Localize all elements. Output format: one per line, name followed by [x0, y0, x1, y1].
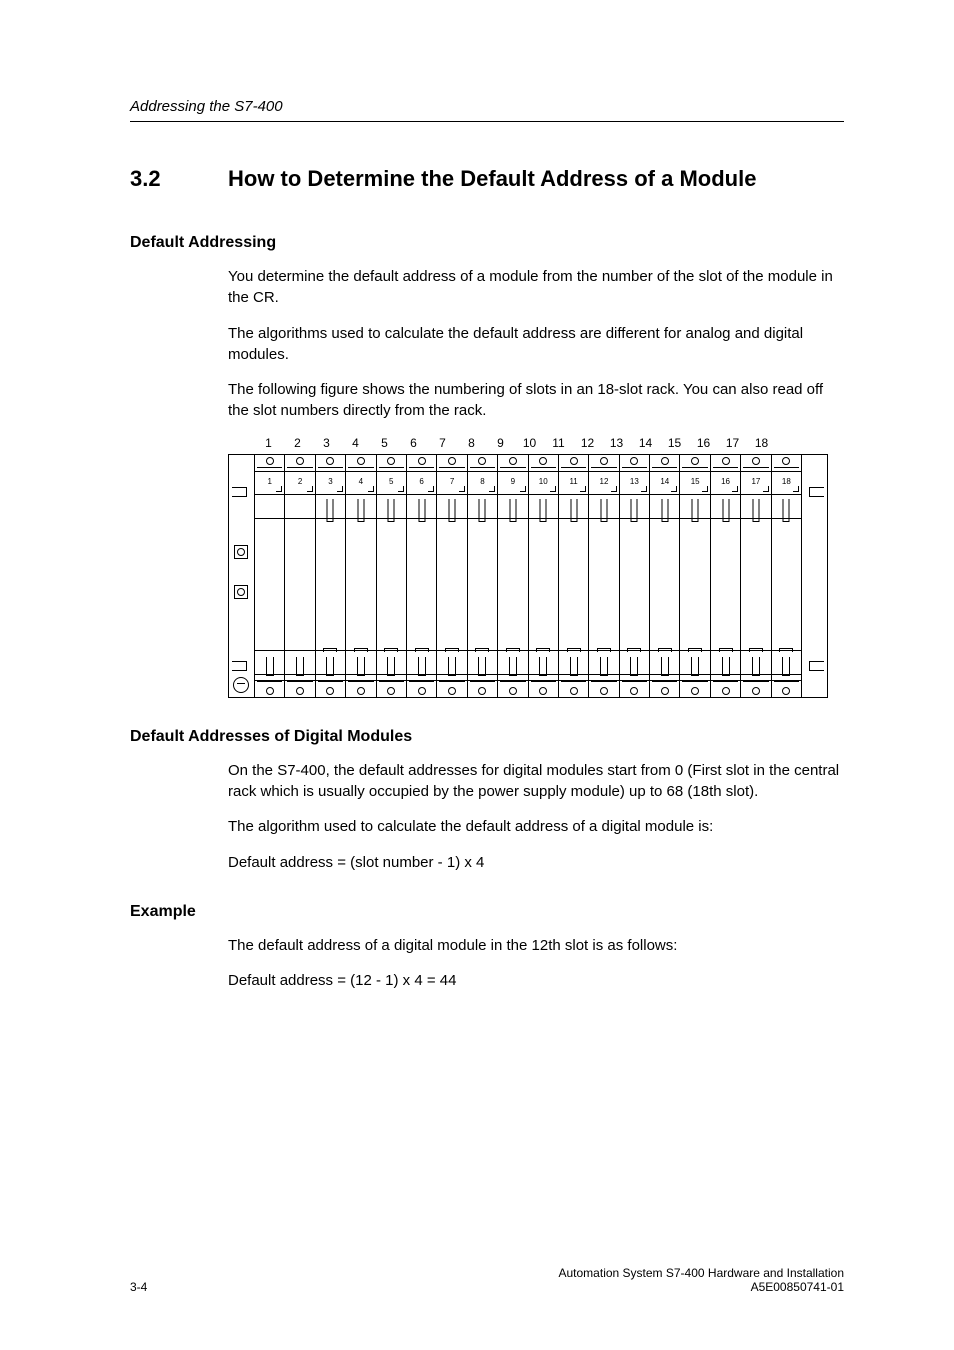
rack-top-label: 14	[631, 436, 660, 450]
rack-top-labels: 1 2 3 4 5 6 7 8 9 10 11 12 13 14 15 16 1…	[254, 436, 828, 450]
rack-slot-number: 4	[346, 472, 375, 495]
rack-slot-number: 7	[437, 472, 466, 495]
rack-slot-number: 2	[285, 472, 314, 495]
rack-slot: 6	[407, 455, 437, 697]
rack-slot: 1	[255, 455, 285, 697]
rack-slot: 8	[468, 455, 498, 697]
rack-slot-number: 5	[377, 472, 406, 495]
rack-top-label: 10	[515, 436, 544, 450]
rack-top-label: 18	[747, 436, 776, 450]
paragraph: The default address of a digital module …	[228, 935, 844, 956]
rack-top-label: 6	[399, 436, 428, 450]
section-title: How to Determine the Default Address of …	[228, 166, 756, 192]
rack-slot: 5	[377, 455, 407, 697]
rack-top-label: 17	[718, 436, 747, 450]
rack-slot-number: 17	[741, 472, 770, 495]
rack-top-label: 2	[283, 436, 312, 450]
rack-slot-number: 16	[711, 472, 740, 495]
rack-slot-number: 10	[529, 472, 558, 495]
page-number: 3-4	[130, 1280, 147, 1294]
rack-top-label: 12	[573, 436, 602, 450]
rack-slot-number: 8	[468, 472, 497, 495]
default-addressing-body: You determine the default address of a m…	[228, 266, 844, 422]
rack-top-label: 3	[312, 436, 341, 450]
section-number: 3.2	[130, 166, 228, 192]
rack-top-label: 7	[428, 436, 457, 450]
rack-slot: 18	[772, 455, 801, 697]
rack-slot: 3	[316, 455, 346, 697]
rack-slot: 2	[285, 455, 315, 697]
rack-slot: 15	[680, 455, 710, 697]
rack-top-label: 15	[660, 436, 689, 450]
rack-top-label: 11	[544, 436, 573, 450]
rack-slot: 14	[650, 455, 680, 697]
rack-top-label: 5	[370, 436, 399, 450]
rack-side-right	[801, 455, 827, 697]
rack-slot-number: 1	[255, 472, 284, 495]
rack-slot-number: 9	[498, 472, 527, 495]
rack-slot: 9	[498, 455, 528, 697]
running-head: Addressing the S7-400	[130, 98, 844, 122]
digital-body: On the S7-400, the default addresses for…	[228, 760, 844, 873]
paragraph: The following figure shows the numbering…	[228, 379, 844, 422]
heading-default-addressing: Default Addressing	[130, 234, 844, 252]
footer-line: A5E00850741-01	[559, 1280, 845, 1294]
rack-top-label: 9	[486, 436, 515, 450]
rack-side-left	[229, 455, 255, 697]
rack-top-label: 13	[602, 436, 631, 450]
rack-slot: 4	[346, 455, 376, 697]
paragraph: The algorithms used to calculate the def…	[228, 323, 844, 366]
rack-slot-number: 3	[316, 472, 345, 495]
paragraph: On the S7-400, the default addresses for…	[228, 760, 844, 803]
rack-slot-number: 11	[559, 472, 588, 495]
example-body: The default address of a digital module …	[228, 935, 844, 992]
formula: Default address = (12 - 1) x 4 = 44	[228, 970, 844, 991]
rack-slot: 17	[741, 455, 771, 697]
rack-body: 123456789101112131415161718	[228, 454, 828, 698]
rack-slot-number: 12	[589, 472, 618, 495]
rack-top-label: 16	[689, 436, 718, 450]
page-footer: 3-4 Automation System S7-400 Hardware an…	[130, 1266, 844, 1294]
rack-slot: 13	[620, 455, 650, 697]
rack-slot-number: 6	[407, 472, 436, 495]
paragraph: You determine the default address of a m…	[228, 266, 844, 309]
footer-line: Automation System S7-400 Hardware and In…	[559, 1266, 845, 1280]
rack-top-label: 8	[457, 436, 486, 450]
rack-figure: 1 2 3 4 5 6 7 8 9 10 11 12 13 14 15 16 1…	[228, 436, 844, 698]
rack-slot: 7	[437, 455, 467, 697]
rack-slot-number: 13	[620, 472, 649, 495]
formula: Default address = (slot number - 1) x 4	[228, 852, 844, 873]
section-heading: 3.2 How to Determine the Default Address…	[130, 166, 844, 192]
heading-example: Example	[130, 903, 844, 921]
rack-slot-number: 14	[650, 472, 679, 495]
rack-top-label: 1	[254, 436, 283, 450]
heading-digital-addresses: Default Addresses of Digital Modules	[130, 728, 844, 746]
rack-slot: 12	[589, 455, 619, 697]
rack-slot-number: 15	[680, 472, 709, 495]
rack-slot-number: 18	[772, 472, 801, 495]
rack-top-label: 4	[341, 436, 370, 450]
paragraph: The algorithm used to calculate the defa…	[228, 816, 844, 837]
rack-slot: 10	[529, 455, 559, 697]
rack-slot: 16	[711, 455, 741, 697]
rack-slot: 11	[559, 455, 589, 697]
